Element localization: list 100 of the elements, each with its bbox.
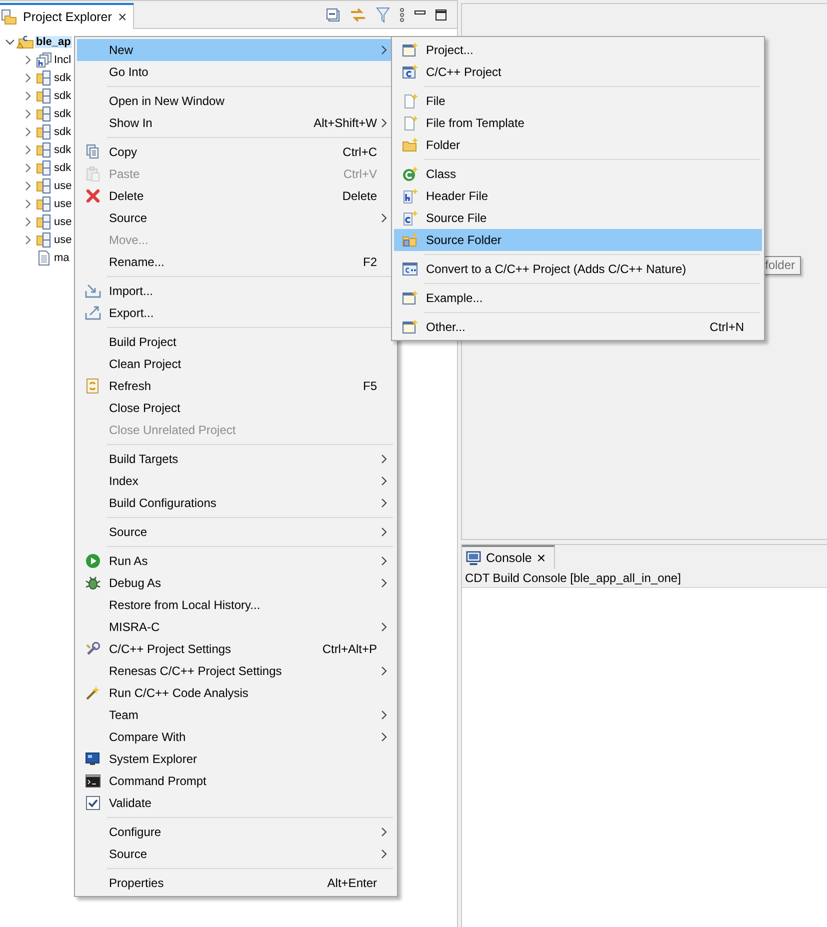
close-icon[interactable]: × — [118, 10, 127, 24]
menu-item[interactable]: Clean Project — [77, 353, 395, 375]
menu-item[interactable]: Header File — [394, 185, 762, 207]
menu-item[interactable]: Build Targets — [77, 448, 395, 470]
chevron-down-icon[interactable] — [5, 38, 15, 46]
tree-item[interactable]: use — [53, 216, 73, 228]
menu-item[interactable]: Configure — [77, 821, 395, 843]
folder-icon — [402, 137, 418, 153]
chevron-right-icon[interactable] — [24, 91, 32, 101]
chevron-right-icon[interactable] — [24, 235, 32, 245]
window-icon — [402, 319, 418, 335]
document-icon — [36, 250, 52, 266]
menu-item[interactable]: Source File — [394, 207, 762, 229]
tree-item[interactable]: Incl — [53, 54, 72, 66]
menu-item[interactable]: Delete Delete — [77, 185, 395, 207]
maximize-icon[interactable] — [435, 9, 447, 21]
source-folder-icon — [36, 124, 52, 140]
menu-item[interactable]: C/C++ Project — [394, 61, 762, 83]
console-tab[interactable]: Console × — [462, 545, 555, 569]
cross-icon — [85, 188, 101, 204]
menu-item[interactable]: Close Project — [77, 397, 395, 419]
file-icon — [402, 115, 418, 131]
explorer-tab[interactable]: Project Explorer × — [0, 3, 134, 29]
menu-item[interactable]: Debug As — [77, 572, 395, 594]
chevron-right-icon[interactable] — [24, 109, 32, 119]
wrench-icon — [85, 641, 101, 657]
menu-item[interactable]: MISRA-C — [77, 616, 395, 638]
menu-item[interactable]: Export... — [77, 302, 395, 324]
refresh-icon — [85, 378, 101, 394]
chevron-right-icon[interactable] — [24, 163, 32, 173]
menu-item[interactable]: Compare With — [77, 726, 395, 748]
menu-item[interactable]: Properties Alt+Enter — [77, 872, 395, 894]
menu-item[interactable]: Run As — [77, 550, 395, 572]
menu-item[interactable]: Go Into — [77, 61, 395, 83]
paste-icon — [85, 166, 101, 182]
source-folder-icon — [36, 178, 52, 194]
tree-item[interactable]: use — [53, 198, 73, 210]
menu-item[interactable]: File — [394, 90, 762, 112]
tree-item[interactable]: sdk — [53, 162, 72, 174]
collapse-all-icon[interactable] — [326, 8, 340, 22]
window-icon — [402, 42, 418, 58]
menu-item[interactable]: Source — [77, 843, 395, 865]
menu-item[interactable]: Source Folder — [394, 229, 762, 251]
menu-item[interactable]: C/C++ Project Settings Ctrl+Alt+P — [77, 638, 395, 660]
menu-item[interactable]: Folder — [394, 134, 762, 156]
source-folder-icon — [36, 196, 52, 212]
chevron-right-icon[interactable] — [24, 55, 32, 65]
menu-item[interactable]: Build Configurations — [77, 492, 395, 514]
chevron-right-icon[interactable] — [24, 145, 32, 155]
menu-item[interactable]: Other... Ctrl+N — [394, 316, 762, 338]
tree-item[interactable]: sdk — [53, 126, 72, 138]
tree-item[interactable]: sdk — [53, 72, 72, 84]
close-icon[interactable]: × — [536, 550, 546, 566]
import-icon — [85, 283, 101, 299]
tree-item[interactable]: sdk — [53, 108, 72, 120]
menu-item[interactable]: Renesas C/C++ Project Settings — [77, 660, 395, 682]
tree-item[interactable]: use — [53, 180, 73, 192]
source-folder-icon — [36, 88, 52, 104]
menu-item[interactable]: File from Template — [394, 112, 762, 134]
source-folder-icon — [402, 232, 418, 248]
chevron-right-icon[interactable] — [24, 181, 32, 191]
menu-item[interactable]: Example... — [394, 287, 762, 309]
terminal-icon — [85, 773, 101, 789]
menu-item[interactable]: Validate — [77, 792, 395, 814]
tree-item[interactable]: ble_ap — [35, 36, 72, 48]
checkbox-icon — [85, 795, 101, 811]
menu-item[interactable]: Show In Alt+Shift+W — [77, 112, 395, 134]
menu-item[interactable]: Build Project — [77, 331, 395, 353]
chevron-right-icon[interactable] — [24, 127, 32, 137]
chevron-right-icon[interactable] — [24, 73, 32, 83]
menu-item[interactable]: Refresh F5 — [77, 375, 395, 397]
tree-item[interactable]: sdk — [53, 90, 72, 102]
class-icon — [402, 166, 418, 182]
filter-icon[interactable] — [376, 7, 390, 23]
menu-item[interactable]: Source — [77, 521, 395, 543]
menu-item[interactable]: Copy Ctrl+C — [77, 141, 395, 163]
chevron-right-icon[interactable] — [24, 199, 32, 209]
shortcut-label: F5 — [362, 379, 377, 393]
menu-item[interactable]: Rename... F2 — [77, 251, 395, 273]
menu-item[interactable]: Index — [77, 470, 395, 492]
menu-item[interactable]: Run C/C++ Code Analysis — [77, 682, 395, 704]
shortcut-label: Ctrl+V — [343, 167, 377, 181]
menu-item[interactable]: Command Prompt — [77, 770, 395, 792]
source-file-icon — [402, 210, 418, 226]
menu-item[interactable]: Import... — [77, 280, 395, 302]
tree-item[interactable]: use — [53, 234, 73, 246]
window-icon — [402, 290, 418, 306]
menu-item[interactable]: Class — [394, 163, 762, 185]
menu-item[interactable]: Open in New Window — [77, 90, 395, 112]
tree-item[interactable]: sdk — [53, 144, 72, 156]
menu-icon[interactable] — [399, 8, 405, 22]
source-folder-icon — [36, 160, 52, 176]
menu-item[interactable]: Restore from Local History... — [77, 594, 395, 616]
menu-item[interactable]: Source — [77, 207, 395, 229]
menu-item[interactable]: System Explorer — [77, 748, 395, 770]
menu-item[interactable]: Project... — [394, 39, 762, 61]
tree-item[interactable]: ma — [53, 252, 70, 264]
chevron-right-icon[interactable] — [24, 217, 32, 227]
project-folder-icon — [18, 34, 34, 50]
menu-item[interactable]: Team — [77, 704, 395, 726]
